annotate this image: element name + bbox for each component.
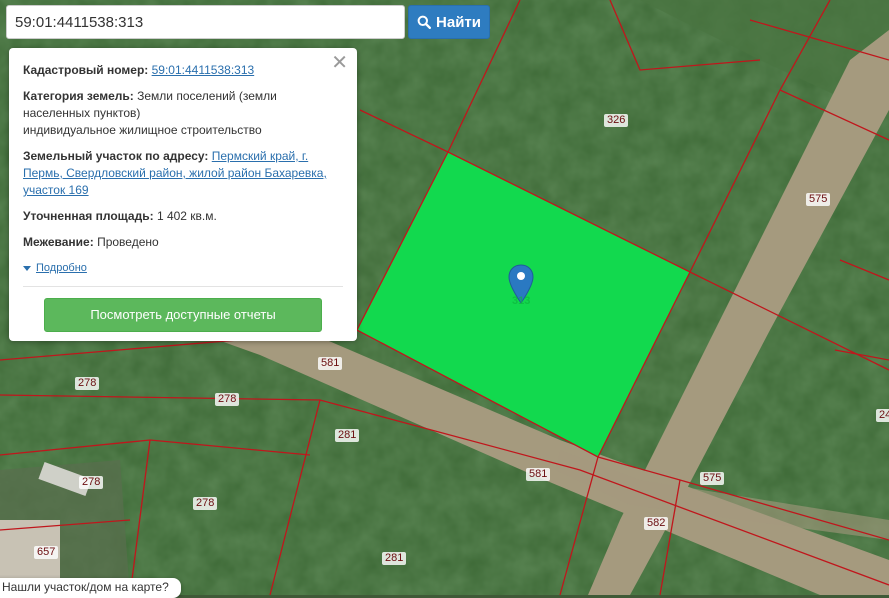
area-label: Уточненная площадь: <box>23 209 154 223</box>
close-icon[interactable]: ✕ <box>331 53 348 73</box>
view-reports-button[interactable]: Посмотреть доступные отчеты <box>44 298 322 332</box>
details-link[interactable]: Подробно <box>36 260 87 277</box>
bottom-prompt[interactable]: Нашли участок/дом на карте? <box>0 578 181 598</box>
parcel-info-panel: ✕ Кадастровый номер: 59:01:4411538:313 К… <box>9 48 357 341</box>
plot-number-label: 278 <box>79 476 104 489</box>
search-input[interactable] <box>6 5 405 39</box>
plot-number-label: 581 <box>526 468 551 481</box>
parcel-marker-label: 313 <box>512 295 531 307</box>
plot-number-label: 24 <box>876 409 889 422</box>
search-button[interactable]: Найти <box>408 5 490 39</box>
plot-number-label: 281 <box>382 552 407 565</box>
plot-number-label: 278 <box>193 497 218 510</box>
plot-number-label: 278 <box>75 377 100 390</box>
survey-row: Межевание: Проведено <box>23 234 343 251</box>
details-toggle[interactable]: Подробно <box>23 260 343 277</box>
survey-label: Межевание: <box>23 235 94 249</box>
plot-number-label: 581 <box>318 357 343 370</box>
area-row: Уточненная площадь: 1 402 кв.м. <box>23 208 343 225</box>
area-value: 1 402 кв.м. <box>156 209 217 223</box>
address-row: Земельный участок по адресу: Пермский кр… <box>23 148 343 199</box>
search-bar <box>6 5 406 39</box>
address-label: Земельный участок по адресу: <box>23 149 209 163</box>
search-icon <box>417 15 432 29</box>
cadastral-number-label: Кадастровый номер: <box>23 63 149 77</box>
search-button-label: Найти <box>436 13 481 31</box>
survey-value: Проведено <box>97 235 159 249</box>
land-category-row: Категория земель: Земли поселений (земли… <box>23 88 343 139</box>
plot-number-label: 281 <box>335 429 360 442</box>
cadastral-number-row: Кадастровый номер: 59:01:4411538:313 <box>23 62 343 79</box>
plot-number-label: 582 <box>644 517 669 530</box>
land-usage-value: индивидуальное жилищное строительство <box>23 123 262 137</box>
plot-number-label: 657 <box>34 546 59 559</box>
plot-number-label: 575 <box>700 472 725 485</box>
caret-down-icon <box>23 266 31 271</box>
plot-number-label: 575 <box>806 193 831 206</box>
land-category-label: Категория земель: <box>23 89 134 103</box>
plot-number-label: 278 <box>215 393 240 406</box>
cadastral-number-link[interactable]: 59:01:4411538:313 <box>152 63 255 77</box>
plot-number-label: 326 <box>604 114 629 127</box>
divider <box>23 286 343 287</box>
